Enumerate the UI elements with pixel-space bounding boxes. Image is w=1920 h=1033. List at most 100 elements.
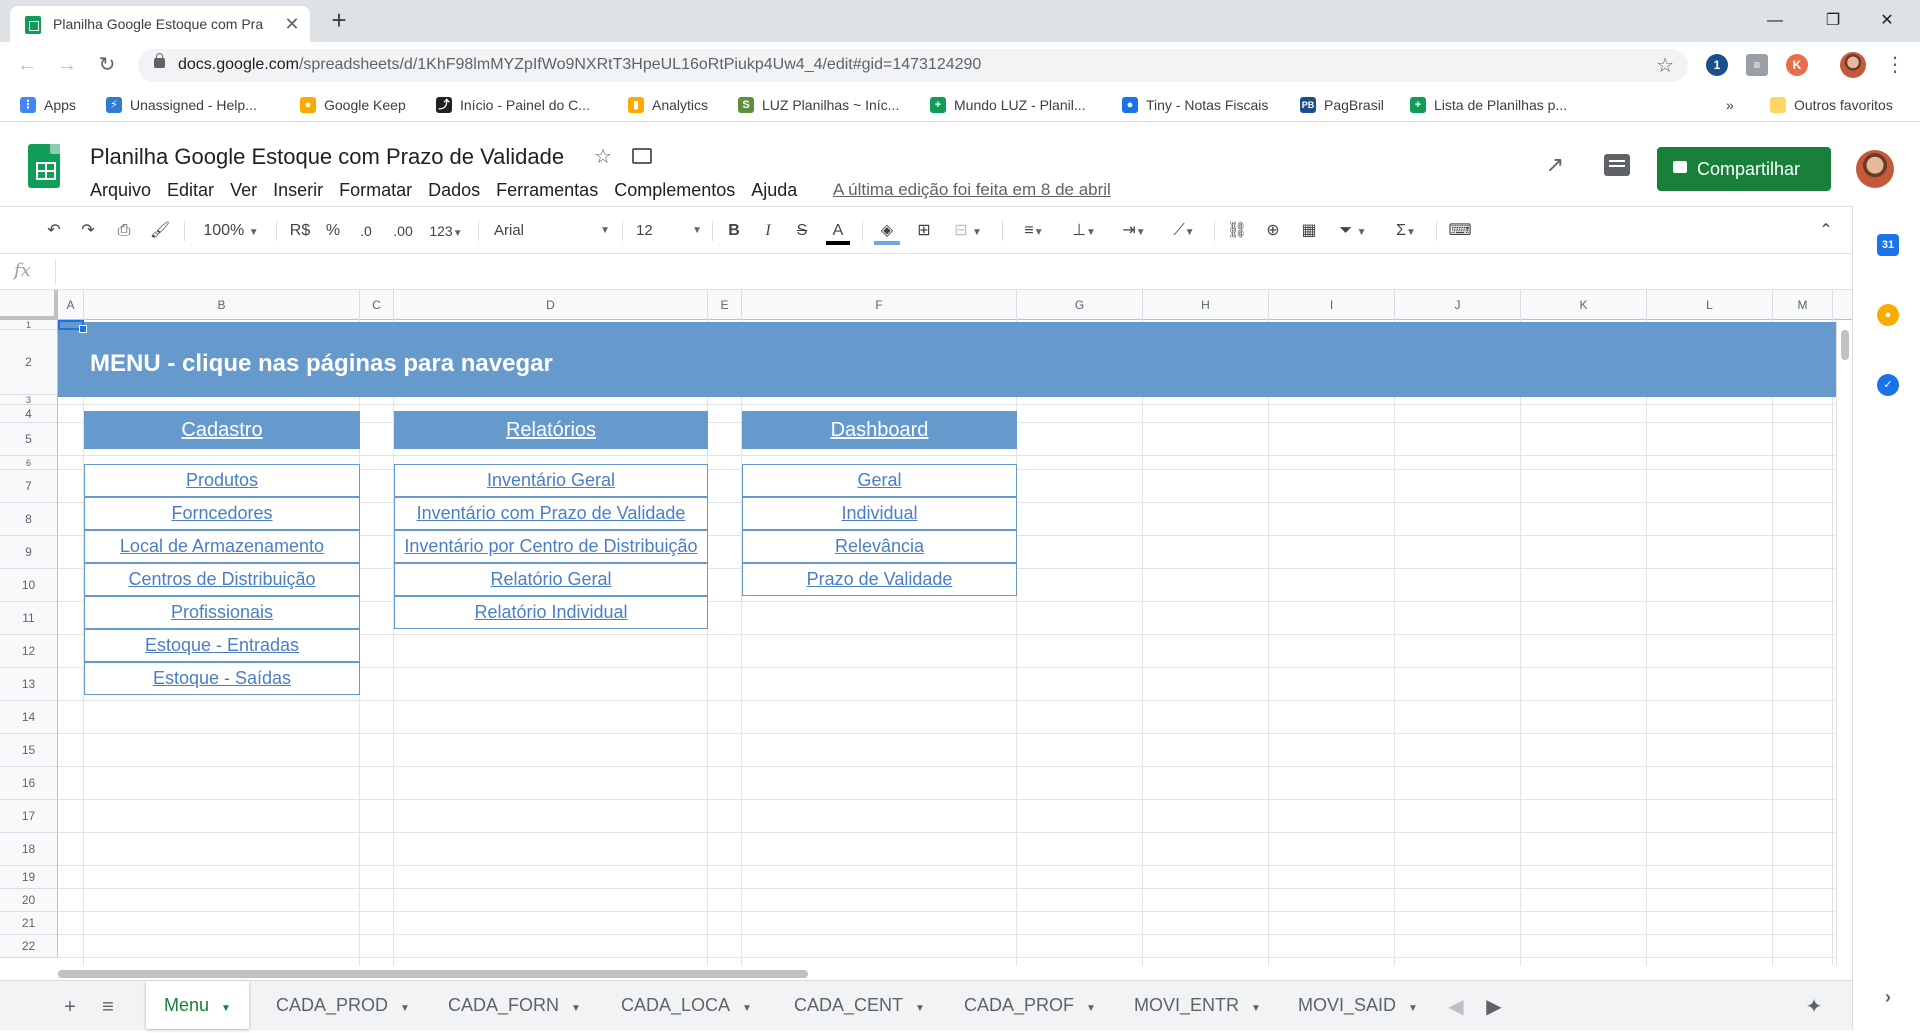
browser-menu-icon[interactable]: ⋮ <box>1880 50 1910 80</box>
bookmarks-overflow-icon[interactable]: » <box>1726 95 1734 115</box>
column-header-l[interactable]: L <box>1647 290 1773 320</box>
selected-cell-a1[interactable] <box>58 320 87 333</box>
add-sheet-icon[interactable]: + <box>56 993 84 1021</box>
row-header-3[interactable]: 3 <box>0 395 58 405</box>
tab-close-icon[interactable]: ✕ <box>280 12 304 36</box>
group-header-cadastro[interactable]: Cadastro <box>84 411 360 449</box>
vertical-scrollbar[interactable] <box>1836 320 1852 966</box>
column-header-h[interactable]: H <box>1143 290 1269 320</box>
bookmark-mundo-luz[interactable]: + Mundo LUZ - Planil... <box>930 95 1086 115</box>
spreadsheet-grid[interactable]: ABCDEFGHIJKLM 1 2 3 4 5 6 7 8 9 10 11 12 13 14 15 16 17 1… <box>0 290 1852 966</box>
column-header-d[interactable]: D <box>394 290 708 320</box>
link-profissionais[interactable]: Profissionais <box>84 596 360 629</box>
insert-chart-icon[interactable]: ▦ <box>1296 219 1322 243</box>
link-relatorio-geral[interactable]: Relatório Geral <box>394 563 708 596</box>
forward-icon[interactable]: → <box>52 50 82 80</box>
more-formats-button[interactable]: 123▼ <box>424 219 468 243</box>
share-button[interactable]: Compartilhar <box>1657 147 1831 191</box>
link-inventario-prazo-validade[interactable]: Inventário com Prazo de Validade <box>394 497 708 530</box>
restore-icon[interactable]: ❐ <box>1810 6 1856 36</box>
font-size-select[interactable]: 12 ▼ <box>636 219 702 243</box>
font-family-select[interactable]: Arial ▼ <box>494 219 610 243</box>
row-header-2[interactable]: 2 <box>0 330 58 395</box>
new-tab-icon[interactable]: + <box>325 7 353 35</box>
column-header-k[interactable]: K <box>1521 290 1647 320</box>
tab-cada-prod[interactable]: CADA_PROD ▼ <box>258 981 428 1029</box>
row-header-18[interactable]: 18 <box>0 833 58 866</box>
bookmark-analytics[interactable]: ▮ Analytics <box>628 95 708 115</box>
row-header-4[interactable]: 4 <box>0 405 58 423</box>
row-header-10[interactable]: 10 <box>0 569 58 602</box>
link-dashboard-geral[interactable]: Geral <box>742 464 1017 497</box>
insert-comment-icon[interactable]: ⊕ <box>1260 219 1286 243</box>
link-fornecedores[interactable]: Forncedores <box>84 497 360 530</box>
link-dashboard-prazo-validade[interactable]: Prazo de Validade <box>742 563 1017 596</box>
row-header-1[interactable]: 1 <box>0 320 58 330</box>
link-inventario-geral[interactable]: Inventário Geral <box>394 464 708 497</box>
row-header-6[interactable]: 6 <box>0 456 58 470</box>
column-header-j[interactable]: J <box>1395 290 1521 320</box>
link-dashboard-individual[interactable]: Individual <box>742 497 1017 530</box>
address-bar[interactable]: docs.google.com/spreadsheets/d/1KhF98lmM… <box>138 49 1688 82</box>
bookmark-lista[interactable]: + Lista de Planilhas p... <box>1410 95 1567 115</box>
filter-icon[interactable]: ⏷ ▼ <box>1332 219 1374 243</box>
row-header-19[interactable]: 19 <box>0 866 58 889</box>
bookmark-keep[interactable]: ● Google Keep <box>300 95 406 115</box>
text-rotation-icon[interactable]: ⟋▼ <box>1164 219 1204 243</box>
group-header-dashboard[interactable]: Dashboard <box>742 411 1017 449</box>
decrease-decimal-button[interactable]: .0 <box>352 219 380 243</box>
bookmark-other[interactable]: Outros favoritos <box>1770 95 1893 115</box>
insert-link-icon[interactable]: ⛓ <box>1224 219 1250 243</box>
paint-format-icon[interactable]: 🖌 <box>148 219 172 243</box>
column-header-c[interactable]: C <box>360 290 394 320</box>
text-color-icon[interactable]: A <box>826 219 850 245</box>
row-header-14[interactable]: 14 <box>0 701 58 734</box>
collapse-toolbar-icon[interactable]: ⌃ <box>1814 219 1838 243</box>
star-icon[interactable]: ☆ <box>594 144 612 169</box>
link-dashboard-relevancia[interactable]: Relevância <box>742 530 1017 563</box>
percent-format-button[interactable]: % <box>322 219 344 243</box>
menu-inserir[interactable]: Inserir <box>265 178 331 202</box>
fill-color-icon[interactable]: ◈ <box>874 219 900 245</box>
link-centros-distribuicao[interactable]: Centros de Distribuição <box>84 563 360 596</box>
horizontal-scrollbar[interactable] <box>58 966 1836 980</box>
browser-tab[interactable]: Planilha Google Estoque com Pra ✕ <box>10 6 310 42</box>
notes-extension-icon[interactable]: ≡ <box>1746 54 1768 76</box>
menu-dados[interactable]: Dados <box>420 178 488 202</box>
bookmark-tiny[interactable]: ● Tiny - Notas Fiscais <box>1122 95 1268 115</box>
print-icon[interactable]: ⎙ <box>112 219 136 243</box>
profile-avatar[interactable] <box>1840 52 1866 78</box>
redo-icon[interactable]: ↷ <box>76 219 100 243</box>
input-tools-icon[interactable]: ⌨ <box>1446 219 1474 243</box>
row-header-20[interactable]: 20 <box>0 889 58 912</box>
column-header-g[interactable]: G <box>1017 290 1143 320</box>
horizontal-align-icon[interactable]: ≡▼ <box>1014 219 1054 243</box>
vertical-align-icon[interactable]: ⊥▼ <box>1064 219 1104 243</box>
row-header-21[interactable]: 21 <box>0 912 58 935</box>
link-produtos[interactable]: Produtos <box>84 464 360 497</box>
currency-format-button[interactable]: R$ <box>286 219 314 243</box>
italic-icon[interactable]: I <box>756 219 780 243</box>
reload-icon[interactable]: ↻ <box>92 50 122 80</box>
group-header-relatorios[interactable]: Relatórios <box>394 411 708 449</box>
bookmark-star-icon[interactable]: ☆ <box>1656 53 1674 78</box>
sheets-logo-icon[interactable] <box>28 144 60 188</box>
all-sheets-icon[interactable]: ≡ <box>94 993 122 1021</box>
column-header-a[interactable]: A <box>58 290 84 320</box>
expand-panel-icon[interactable]: › <box>1877 986 1899 1008</box>
bold-icon[interactable]: B <box>722 219 746 243</box>
row-header-16[interactable]: 16 <box>0 767 58 800</box>
column-header-m[interactable]: M <box>1773 290 1833 320</box>
tab-cada-forn[interactable]: CADA_FORN ▼ <box>430 981 599 1029</box>
activity-trend-icon[interactable]: ↗ <box>1540 152 1570 182</box>
link-relatorio-individual[interactable]: Relatório Individual <box>394 596 708 629</box>
keep-icon[interactable]: ● <box>1877 304 1899 326</box>
calendar-icon[interactable]: 31 <box>1877 234 1899 256</box>
increase-decimal-button[interactable]: .00 <box>388 219 418 243</box>
bookmark-painel[interactable]: ⤴ Início - Painel do C... <box>436 95 590 115</box>
tab-cada-prof[interactable]: CADA_PROF ▼ <box>946 981 1114 1029</box>
last-edit-link[interactable]: A última edição foi feita em 8 de abril <box>833 180 1111 200</box>
row-header-9[interactable]: 9 <box>0 536 58 569</box>
menu-editar[interactable]: Editar <box>159 178 222 202</box>
text-wrapping-icon[interactable]: ⇥▼ <box>1114 219 1154 243</box>
